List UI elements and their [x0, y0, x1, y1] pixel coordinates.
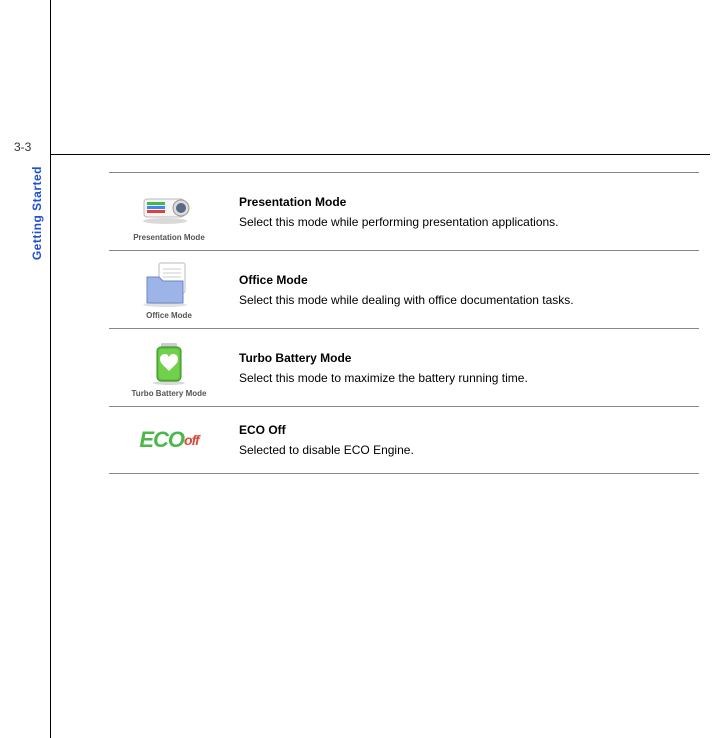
mode-description: Select this mode to maximize the battery…: [239, 371, 699, 385]
mode-description: Select this mode while dealing with offi…: [239, 293, 699, 307]
mode-text: ECO Off Selected to disable ECO Engine.: [229, 423, 699, 457]
table-row: Presentation Mode Presentation Mode Sele…: [109, 172, 699, 251]
mode-title: Office Mode: [239, 273, 699, 287]
eco-text-main: ECO: [139, 427, 184, 453]
mode-description: Selected to disable ECO Engine.: [239, 443, 699, 457]
mode-title: Turbo Battery Mode: [239, 351, 699, 365]
icon-caption: Office Mode: [146, 311, 192, 320]
eco-off-icon: ECOoff: [124, 415, 214, 465]
mode-description: Select this mode while performing presen…: [239, 215, 699, 229]
page-number: 3-3: [14, 140, 31, 154]
eco-text-sub: off: [184, 432, 199, 448]
icon-caption: Turbo Battery Mode: [132, 389, 207, 398]
table-row: Office Mode Office Mode Select this mode…: [109, 251, 699, 329]
mode-text: Turbo Battery Mode Select this mode to m…: [229, 351, 699, 385]
icon-caption: Presentation Mode: [133, 233, 205, 242]
mode-title: ECO Off: [239, 423, 699, 437]
table-row: ECOoff ECO Off Selected to disable ECO E…: [109, 407, 699, 474]
folder-documents-icon: [139, 259, 199, 309]
battery-heart-icon: [139, 337, 199, 387]
mode-icon-cell: Office Mode: [109, 259, 229, 320]
mode-title: Presentation Mode: [239, 195, 699, 209]
mode-icon-cell: Turbo Battery Mode: [109, 337, 229, 398]
mode-text: Office Mode Select this mode while deali…: [229, 273, 699, 307]
projector-icon: [139, 181, 199, 231]
table-row: Turbo Battery Mode Turbo Battery Mode Se…: [109, 329, 699, 407]
header-rule: [50, 154, 710, 155]
mode-icon-cell: Presentation Mode: [109, 181, 229, 242]
mode-icon-cell: ECOoff: [109, 415, 229, 465]
modes-table: Presentation Mode Presentation Mode Sele…: [109, 172, 699, 474]
section-side-label: Getting Started: [30, 166, 44, 260]
mode-text: Presentation Mode Select this mode while…: [229, 195, 699, 229]
